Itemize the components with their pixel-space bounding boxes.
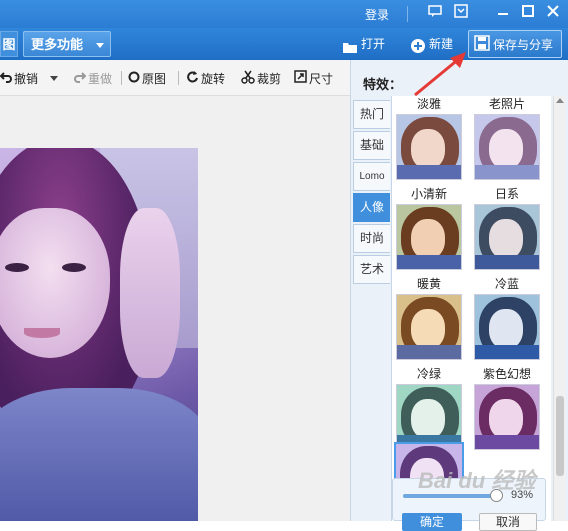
tab-fashion[interactable]: 时尚: [353, 224, 390, 253]
effect-thumbnail: [474, 294, 540, 360]
feedback-icon[interactable]: [426, 4, 444, 22]
open-label: 打开: [361, 37, 386, 51]
save-share-button[interactable]: 保存与分享: [468, 30, 562, 58]
effect-thumbnail: [474, 204, 540, 270]
minimize-icon[interactable]: [494, 4, 512, 22]
effect-item[interactable]: 暖黄: [394, 276, 464, 360]
maximize-icon[interactable]: [519, 4, 537, 22]
annotation-arrow-icon: [414, 52, 466, 97]
folder-icon: [342, 37, 358, 53]
scrollbar-thumb[interactable]: [556, 396, 564, 476]
rotate-button[interactable]: 旋转: [186, 69, 225, 87]
edited-photo: [0, 148, 198, 521]
effect-item[interactable]: 老照片: [472, 96, 542, 180]
tab-image[interactable]: 图: [0, 31, 18, 57]
effect-thumbnail: [396, 204, 462, 270]
effect-label: 冷蓝: [494, 277, 519, 291]
effect-label: 紫色幻想: [482, 367, 531, 381]
effect-thumbnail: [396, 384, 462, 450]
open-button[interactable]: 打开: [342, 31, 385, 57]
tab-lomo[interactable]: Lomo: [353, 162, 390, 191]
resize-icon: [294, 70, 307, 86]
divider: [121, 71, 122, 85]
rotate-icon: [186, 70, 199, 86]
skin-icon[interactable]: [452, 4, 470, 22]
effect-item[interactable]: 冷绿: [394, 366, 464, 450]
redo-label: 重做: [88, 71, 113, 86]
panel-title: 特效：: [363, 77, 403, 92]
redo-icon: [74, 71, 87, 86]
size-label: 尺寸: [309, 71, 334, 86]
effect-thumbnail: [396, 114, 462, 180]
effect-list: 淡雅 老照片 小清新 日系 暖黄 冷蓝 冷绿 紫色幻想: [391, 96, 551, 521]
effect-thumbnail: [474, 114, 540, 180]
tab-hot[interactable]: 热门: [353, 100, 390, 129]
divider: [178, 71, 179, 85]
undo-dropdown[interactable]: [50, 69, 58, 87]
effect-item[interactable]: 淡雅: [394, 96, 464, 180]
title-bar: 登录: [0, 0, 568, 28]
edit-toolbar: 撤销 重做 原图 旋转 裁剪 尺寸: [0, 60, 350, 96]
original-button[interactable]: 原图: [128, 69, 166, 87]
crop-label: 裁剪: [257, 71, 282, 86]
effect-label: 日系: [494, 187, 519, 201]
confirm-button[interactable]: 确定: [402, 513, 462, 531]
more-features-label: 更多功能: [31, 37, 84, 52]
image-canvas[interactable]: [0, 96, 350, 521]
effect-item[interactable]: 小清新: [394, 186, 464, 270]
divider: [407, 6, 408, 22]
scroll-up-icon[interactable]: [556, 98, 564, 103]
save-icon: [474, 34, 490, 54]
tab-art[interactable]: 艺术: [353, 255, 390, 284]
watermark: Bai du 经验: [418, 468, 536, 493]
effect-label: 老照片: [488, 97, 525, 111]
triangle-down-icon: [50, 75, 58, 81]
effect-thumbnail: [396, 294, 462, 360]
redo-button[interactable]: 重做: [74, 69, 112, 87]
effects-panel: 特效： 热门 基础 Lomo 人像 时尚 艺术 淡雅 老照片 小清新 日系 暖黄: [350, 60, 568, 521]
original-label: 原图: [142, 71, 167, 86]
more-features-tab[interactable]: 更多功能: [23, 31, 111, 57]
cancel-button[interactable]: 取消: [479, 513, 537, 531]
login-link[interactable]: 登录: [365, 6, 389, 23]
save-share-label: 保存与分享: [493, 37, 554, 52]
undo-label: 撤销: [14, 71, 39, 86]
close-icon[interactable]: [544, 4, 562, 22]
main-tab-bar: 图 更多功能 打开 新建 保存与分享: [0, 28, 568, 60]
crop-button[interactable]: 裁剪: [241, 69, 281, 87]
plus-circle-icon: [410, 37, 426, 53]
effect-list-scrollbar[interactable]: [553, 96, 565, 521]
effect-item[interactable]: 紫色幻想: [472, 366, 542, 450]
rotate-label: 旋转: [201, 71, 226, 86]
undo-button[interactable]: 撤销: [0, 69, 38, 87]
effect-item[interactable]: 日系: [472, 186, 542, 270]
scissors-icon: [241, 70, 255, 87]
effect-label: 冷绿: [416, 367, 441, 381]
undo-icon: [0, 71, 12, 86]
effect-label: 小清新: [410, 187, 447, 201]
effect-item[interactable]: 冷蓝: [472, 276, 542, 360]
tab-portrait[interactable]: 人像: [353, 193, 390, 222]
circle-icon: [128, 71, 140, 86]
effect-thumbnail: [474, 384, 540, 450]
tab-basic[interactable]: 基础: [353, 131, 390, 160]
chevron-down-icon: [96, 43, 104, 48]
size-button[interactable]: 尺寸: [294, 69, 333, 87]
effect-label: 暖黄: [416, 277, 441, 291]
